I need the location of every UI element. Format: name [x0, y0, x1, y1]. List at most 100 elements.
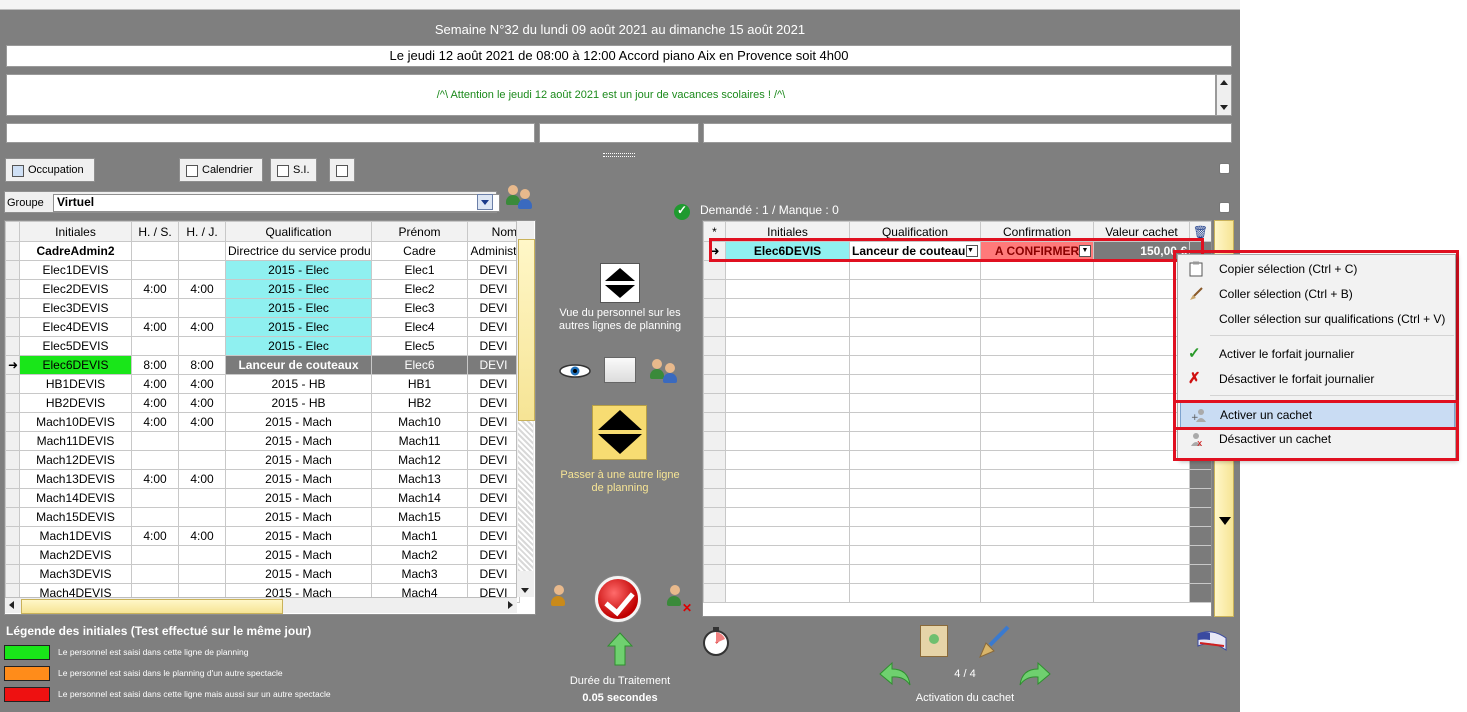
empty-cell[interactable] [1093, 507, 1190, 527]
right-checkbox-2[interactable] [1219, 202, 1230, 213]
cell-hs[interactable] [131, 507, 179, 527]
cell-prenom[interactable]: Mach14 [371, 488, 468, 508]
cell-qualif[interactable]: 2015 - Mach [225, 431, 372, 451]
empty-cell[interactable] [980, 469, 1094, 489]
row-selector[interactable] [703, 393, 726, 413]
brush-icon[interactable] [976, 624, 1012, 660]
empty-cell[interactable] [849, 507, 981, 527]
row-selector[interactable] [703, 298, 726, 318]
cell-prenom[interactable]: Mach10 [371, 412, 468, 432]
empty-cell[interactable] [725, 526, 850, 546]
cell-nom[interactable]: DEVI [467, 355, 520, 375]
cell-qualif[interactable]: 2015 - Mach [225, 450, 372, 470]
cell-hs[interactable] [131, 431, 179, 451]
occupation-checkbox[interactable] [12, 165, 24, 177]
cell-hj[interactable] [178, 431, 226, 451]
empty-cell[interactable] [980, 507, 1094, 527]
cell-initiales[interactable]: Mach11DEVIS [19, 431, 132, 451]
cell-prenom[interactable]: Mach3 [371, 564, 468, 584]
clipboard-person-icon[interactable] [920, 625, 948, 657]
col-qualification[interactable]: Qualification [225, 221, 372, 242]
empty-cell[interactable] [725, 583, 850, 603]
row-selector[interactable] [5, 260, 20, 280]
calendrier-checkbox[interactable] [186, 165, 198, 177]
window-icon[interactable] [604, 357, 636, 383]
cell-prenom[interactable]: Elec2 [371, 279, 468, 299]
assignment-empty-row[interactable] [703, 526, 1211, 546]
cell-hj[interactable] [178, 545, 226, 565]
empty-cell[interactable] [980, 431, 1094, 451]
cell-initiales[interactable]: HB1DEVIS [19, 374, 132, 394]
empty-cell[interactable] [980, 526, 1094, 546]
cell-qualif[interactable]: 2015 - Mach [225, 564, 372, 584]
cell-initiales[interactable]: Elec5DEVIS [19, 336, 132, 356]
row-selector[interactable] [5, 450, 20, 470]
table-row[interactable]: Elec1DEVIS 2015 - Elec Elec1 DEVI [5, 260, 520, 280]
si-checkbox[interactable] [277, 165, 289, 177]
empty-cell[interactable] [1093, 583, 1190, 603]
cell-qualif[interactable]: 2015 - Elec [225, 260, 372, 280]
cell-qualif[interactable]: Lanceur de couteaux [225, 355, 372, 375]
table-row[interactable]: Elec3DEVIS 2015 - Elec Elec3 DEVI [5, 298, 520, 318]
assignment-empty-row[interactable] [703, 583, 1211, 603]
row-selector[interactable] [703, 317, 726, 337]
splitter-grip[interactable] [603, 153, 635, 157]
cell-hs[interactable] [131, 298, 179, 318]
row-selector[interactable] [5, 298, 20, 318]
empty-cell[interactable] [1093, 564, 1190, 584]
empty-cell[interactable] [849, 355, 981, 375]
empty-cell[interactable] [1093, 469, 1190, 489]
cell-hj[interactable] [178, 336, 226, 356]
empty-cell[interactable] [849, 488, 981, 508]
empty-cell[interactable] [849, 374, 981, 394]
cell-hs[interactable]: 8:00 [131, 355, 179, 375]
cell-hj[interactable]: 4:00 [178, 393, 226, 413]
group-selector[interactable]: Groupe Virtuel [4, 191, 500, 213]
table-row[interactable]: ➜ Elec6DEVIS 8:00 8:00 Lanceur de couteaux El… [5, 355, 520, 375]
cell-initiales[interactable]: Elec4DEVIS [19, 317, 132, 337]
cell-hj[interactable] [178, 488, 226, 508]
cell-hs[interactable]: 4:00 [131, 469, 179, 489]
cell-prenom[interactable]: Cadre [371, 241, 468, 261]
extra-checkbox[interactable] [336, 165, 348, 177]
assignment-empty-row[interactable] [703, 336, 1211, 356]
cell-qualif[interactable]: 2015 - Mach [225, 545, 372, 565]
staff-hscrollbar[interactable] [5, 597, 517, 614]
col-nom[interactable]: Nom [467, 221, 520, 242]
row-selector[interactable] [703, 545, 726, 565]
row-selector[interactable] [5, 412, 20, 432]
cell-hs[interactable]: 4:00 [131, 279, 179, 299]
cell-hs[interactable] [131, 241, 179, 261]
assignment-empty-row[interactable] [703, 298, 1211, 318]
row-selector[interactable] [703, 374, 726, 394]
cell-hj[interactable]: 4:00 [178, 412, 226, 432]
cell-nom[interactable]: DEVI [467, 336, 520, 356]
cell-initiales[interactable]: HB2DEVIS [19, 393, 132, 413]
cell-prenom[interactable]: Elec4 [371, 317, 468, 337]
cell-prenom[interactable]: Mach12 [371, 450, 468, 470]
empty-cell[interactable] [849, 583, 981, 603]
group-people-icon[interactable] [505, 183, 535, 211]
row-selector[interactable] [5, 279, 20, 299]
empty-cell[interactable] [725, 298, 850, 318]
cell-hj[interactable] [178, 564, 226, 584]
cell-initiales[interactable]: CadreAdmin2 [19, 241, 132, 261]
cell-nom[interactable]: DEVI [467, 260, 520, 280]
empty-cell[interactable] [1189, 507, 1211, 527]
assignment-empty-row[interactable] [703, 279, 1211, 299]
menu-copy-selection[interactable]: Copier sélection (Ctrl + C) [1178, 257, 1457, 281]
cell-nom[interactable]: DEVI [467, 564, 520, 584]
empty-cell[interactable] [725, 317, 850, 337]
empty-cell[interactable] [980, 583, 1094, 603]
empty-cell[interactable] [725, 507, 850, 527]
cell-hs[interactable] [131, 545, 179, 565]
cell-initiales[interactable]: Elec1DEVIS [19, 260, 132, 280]
cell-prenom[interactable]: Mach13 [371, 469, 468, 489]
flag-icon[interactable] [1196, 630, 1228, 652]
cell-hj[interactable]: 4:00 [178, 526, 226, 546]
empty-cell[interactable] [725, 450, 850, 470]
assignment-empty-row[interactable] [703, 355, 1211, 375]
scroll-down-arrow-icon[interactable] [1219, 517, 1231, 525]
cell-hj[interactable]: 4:00 [178, 279, 226, 299]
row-selector[interactable] [703, 336, 726, 356]
